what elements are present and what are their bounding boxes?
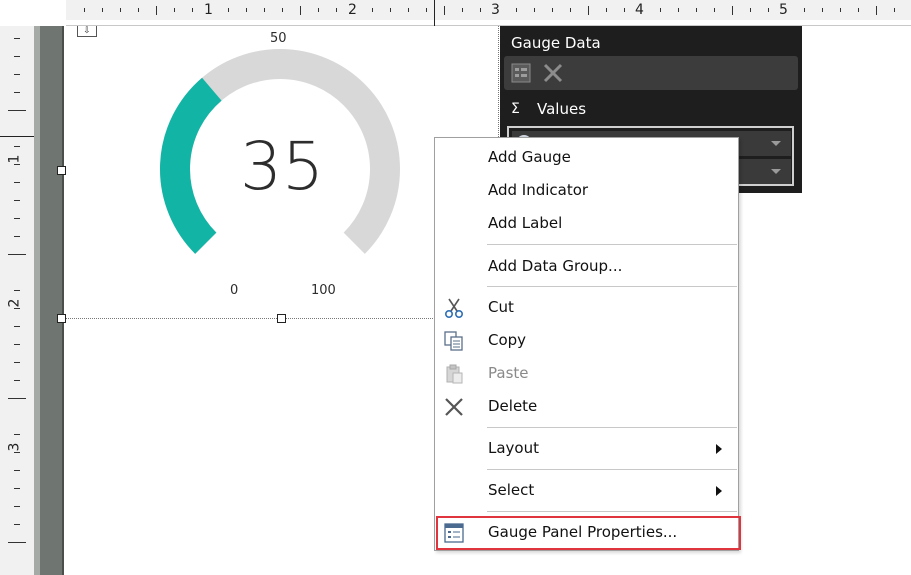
menu-item-paste[interactable]: Paste: [435, 357, 738, 389]
gauge-scale-mid: 50: [270, 31, 287, 46]
gauge-value: 35: [240, 128, 324, 205]
menu-item-layout[interactable]: Layout: [435, 432, 738, 464]
menu-item-label: Cut: [488, 298, 514, 316]
menu-separator: [487, 427, 737, 428]
ruler-label-4: 4: [635, 2, 644, 18]
menu-item-label: Add Indicator: [488, 181, 589, 199]
menu-item-add-indicator[interactable]: Add Indicator: [435, 174, 738, 206]
ruler-label-3: 3: [491, 2, 500, 18]
menu-item-select[interactable]: Select: [435, 474, 738, 506]
menu-item-label: Add Data Group...: [488, 257, 623, 275]
ruler-label-1: 1: [204, 2, 213, 18]
vertical-ruler: 1 2 3: [0, 26, 34, 575]
menu-separator: [487, 511, 737, 512]
menu-item-label: Layout: [488, 439, 539, 457]
horizontal-ruler: 1 2 3 4 5: [0, 0, 911, 26]
left-margin: [40, 26, 62, 575]
menu-item-copy[interactable]: Copy: [435, 324, 738, 356]
delete-icon[interactable]: [542, 62, 564, 84]
menu-item-label: Paste: [488, 364, 529, 382]
vruler-label-1: 1: [6, 154, 23, 164]
gauge-scale-max: 100: [311, 283, 336, 298]
resize-handle-bottom-left[interactable]: [57, 314, 66, 323]
menu-item-label: Add Gauge: [488, 148, 571, 166]
submenu-arrow-icon: [716, 486, 722, 496]
menu-item-delete[interactable]: Delete: [435, 390, 738, 422]
menu-separator: [487, 244, 737, 245]
menu-separator: [487, 286, 737, 287]
delete-x-icon: [445, 398, 463, 416]
menu-item-label: Copy: [488, 331, 527, 349]
menu-item-label: Add Label: [488, 214, 563, 232]
vruler-label-2: 2: [6, 298, 23, 308]
chevron-down-icon[interactable]: [771, 141, 781, 146]
scissors-icon: [444, 298, 464, 319]
properties-icon[interactable]: [510, 62, 532, 84]
menu-item-add-gauge[interactable]: Add Gauge: [435, 141, 738, 173]
gauge-data-toolbar: [504, 56, 798, 90]
gauge-data-title: Gauge Data: [511, 34, 601, 52]
paste-icon: [446, 364, 463, 384]
vruler-label-3: 3: [6, 442, 23, 452]
chevron-down-icon[interactable]: [771, 169, 781, 174]
gauge-scale-min: 0: [230, 283, 239, 298]
ruler-corner: [0, 0, 66, 26]
ruler-label-2: 2: [348, 2, 357, 18]
copy-icon: [444, 331, 463, 351]
menu-item-label: Delete: [488, 397, 538, 415]
anchor-icon: ⇩: [77, 26, 97, 37]
resize-handle-left[interactable]: [57, 166, 66, 175]
menu-item-cut[interactable]: Cut: [435, 291, 738, 323]
ruler-position-marker: [434, 0, 435, 26]
sigma-icon: Σ: [511, 101, 520, 117]
report-designer: 1 2 3 4 5 1 2 3 ⇩ 35 50 0 100 Gauge Data: [0, 0, 911, 575]
menu-item-add-label[interactable]: Add Label: [435, 207, 738, 239]
vruler-position-marker: [0, 136, 34, 137]
gauge-fill: [160, 77, 222, 254]
resize-handle-bottom[interactable]: [277, 314, 286, 323]
values-label: Values: [537, 100, 587, 118]
context-menu: Add Gauge Add Indicator Add Label Add Da…: [434, 137, 739, 551]
submenu-arrow-icon: [716, 444, 722, 454]
menu-separator: [487, 469, 737, 470]
highlight-box: [436, 516, 741, 550]
menu-item-add-data-group[interactable]: Add Data Group...: [435, 250, 738, 282]
ruler-label-5: 5: [779, 2, 788, 18]
menu-item-label: Select: [488, 481, 535, 499]
